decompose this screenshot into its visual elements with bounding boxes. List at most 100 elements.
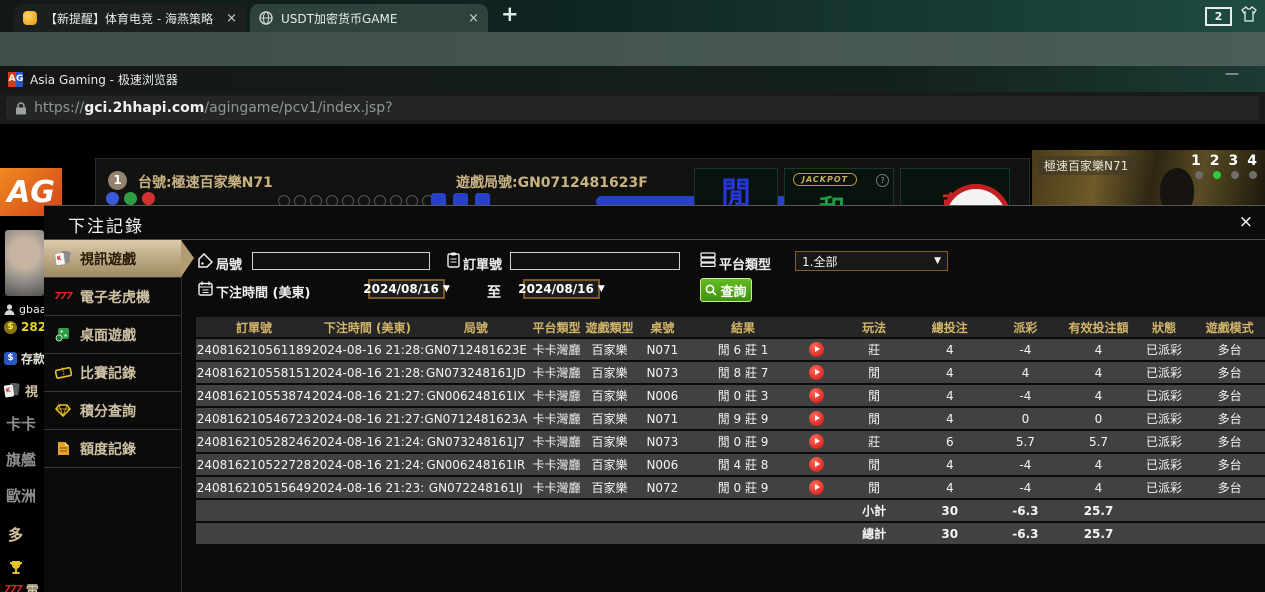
cell-game-mode: 多台 (1194, 477, 1265, 498)
play-video-button[interactable] (809, 480, 824, 495)
lobby-tab-multi[interactable]: 多 (8, 524, 23, 545)
table-header-row: 訂單號 下注時間 (美東) 局號 平台類型 遊戲類型 桌號 結果 玩法 總投注 … (196, 317, 1265, 337)
play-video-button[interactable] (809, 365, 824, 380)
select-caret-icon: ▼ (934, 256, 941, 266)
lobby-tab-europe[interactable]: 歐洲 (6, 485, 36, 506)
search-button[interactable]: 查詢 (700, 278, 752, 302)
cell-status: 已派彩 (1134, 385, 1195, 406)
cell-table-no: N006 (635, 385, 690, 406)
sidebar-item-slots[interactable]: 777 電子老虎機 (44, 278, 181, 316)
minimize-icon[interactable]: — (1225, 66, 1239, 82)
cell-game-mode: 多台 (1194, 339, 1265, 360)
cell-payout: 0 (988, 408, 1064, 429)
sidebar-item-table-games[interactable]: 桌面遊戲 (44, 316, 181, 354)
bet-record-modal: 下注記錄 × K 視訊遊戲 777 電子老虎機 桌面遊戲 比賽記錄 積分查 (44, 205, 1265, 592)
col-total-bet: 總投注 (912, 317, 988, 337)
cell-valid-bet: 4 (1063, 362, 1134, 383)
gem-icon (54, 403, 72, 419)
jackpot-help-icon[interactable]: ? (876, 174, 889, 187)
browser-toolbar: ← → ⟳ ⌂ ↺ ☆ https://www.usdt04.com/hhcp/… (0, 32, 1265, 66)
cell-status: 已派彩 (1134, 339, 1195, 360)
cell-payout: 4 (988, 362, 1064, 383)
cell-round: GN072248161IJ (423, 477, 529, 498)
close-icon[interactable]: × (1239, 212, 1253, 232)
play-video-button[interactable] (809, 411, 824, 426)
trophy-icon[interactable] (8, 560, 24, 579)
cell-payout: -4 (988, 339, 1064, 360)
cell-order: 240816210515649 (196, 477, 312, 498)
cell-game-mode: 多台 (1194, 408, 1265, 429)
col-replay (796, 317, 836, 337)
table-row: 240816210558151 2024-08-16 21:28:23 GN07… (196, 362, 1265, 383)
tab1-close-icon[interactable]: × (226, 11, 237, 26)
play-video-button[interactable] (809, 388, 824, 403)
sidebar-item-points-inquiry[interactable]: 積分查詢 (44, 392, 181, 430)
asia-gaming-favicon: AG (8, 72, 23, 87)
cell-status: 已派彩 (1134, 362, 1195, 383)
date-from-picker[interactable]: 2024/08/16 ▼ (368, 279, 445, 299)
tab-sports[interactable]: 【新提醒】体育电竞 - 海燕策略 × (14, 4, 246, 32)
platform-select[interactable]: 1.全部 ▼ (795, 251, 948, 271)
cards-icon: K (54, 251, 72, 267)
cell-play-type: 閒 (836, 408, 912, 429)
cell-status: 已派彩 (1134, 477, 1195, 498)
bet-record-table: 訂單號 下注時間 (美東) 局號 平台類型 遊戲類型 桌號 結果 玩法 總投注 … (196, 315, 1265, 546)
slots-menu[interactable]: 777 電 (4, 580, 39, 592)
cell-order: 240816210558151 (196, 362, 312, 383)
round-filter-label: 局號 (216, 254, 242, 273)
table-row: 240816210546723 2024-08-16 21:27:05 GN07… (196, 408, 1265, 429)
inner-address-bar[interactable]: https://gci.2hhapi.com/agingame/pcv1/ind… (6, 96, 1259, 120)
sidebar-item-label: 桌面遊戲 (80, 325, 136, 345)
total-row: 總計 30 -6.3 25.7 (196, 523, 1265, 544)
platform-filter-label: 平台類型 (719, 254, 771, 273)
sidebar-item-match-records[interactable]: 比賽記錄 (44, 354, 181, 392)
total-payout: -6.3 (988, 523, 1064, 544)
cell-status: 已派彩 (1134, 408, 1195, 429)
camera-numbers[interactable]: 1234 (1191, 153, 1257, 169)
avatar (5, 230, 44, 296)
cell-platform: 卡卡灣廳 (529, 431, 584, 452)
play-video-button[interactable] (809, 457, 824, 472)
col-time: 下注時間 (美東) (312, 317, 423, 337)
theme-shirt-icon[interactable] (1240, 6, 1258, 26)
cell-total-bet: 4 (912, 477, 988, 498)
new-tab-button[interactable]: + (501, 2, 519, 26)
col-payout: 派彩 (988, 317, 1064, 337)
cell-platform: 卡卡灣廳 (529, 408, 584, 429)
play-video-button[interactable] (809, 342, 824, 357)
cell-valid-bet: 4 (1063, 477, 1134, 498)
dealer-silhouette (1160, 168, 1194, 205)
col-play-type: 玩法 (836, 317, 912, 337)
video-games-menu[interactable]: K 視 (4, 381, 38, 400)
date-to-picker[interactable]: 2024/08/16 ▼ (523, 279, 600, 299)
order-input[interactable] (510, 252, 680, 270)
cell-game-type: 百家樂 (584, 454, 634, 475)
cell-game-type: 百家樂 (584, 385, 634, 406)
bet-player-box[interactable]: 閒 (694, 168, 778, 205)
sidebar-item-video-games[interactable]: K 視訊遊戲 (44, 240, 181, 278)
live-video-panel[interactable]: 極速百家樂N71 1234 (1032, 150, 1265, 205)
cell-round: GN0712481623A (423, 408, 529, 429)
tie-label: 和 (819, 189, 845, 205)
bet-tie-box[interactable]: JACKPOT ? 和 (784, 168, 894, 205)
cell-total-bet: 4 (912, 454, 988, 475)
cell-payout: -4 (988, 477, 1064, 498)
deposit-button[interactable]: $ 存款 (4, 350, 45, 367)
platform-selected-value: 1.全部 (802, 253, 837, 270)
round-input[interactable] (252, 252, 430, 270)
tab-usdt-game[interactable]: USDT加密货币GAME × (250, 4, 488, 32)
play-video-button[interactable] (809, 434, 824, 449)
cell-round: GN006248161IR (423, 454, 529, 475)
tab2-close-icon[interactable]: × (468, 11, 479, 26)
cell-payout: -4 (988, 385, 1064, 406)
lobby-tab-flagship[interactable]: 旗艦 (6, 449, 36, 470)
sidebar-item-quota-records[interactable]: 額度記錄 (44, 430, 181, 468)
lobby-tab-kaka[interactable]: 卡卡 (6, 413, 36, 434)
cell-play-type: 莊 (836, 339, 912, 360)
cell-payout: 5.7 (988, 431, 1064, 452)
cell-time: 2024-08-16 21:23:26 (312, 477, 423, 498)
scoreboard-decoration (124, 192, 137, 205)
cell-table-no: N072 (635, 477, 690, 498)
deposit-icon: $ (4, 352, 17, 365)
tab-count-badge[interactable]: 2 (1205, 7, 1232, 26)
